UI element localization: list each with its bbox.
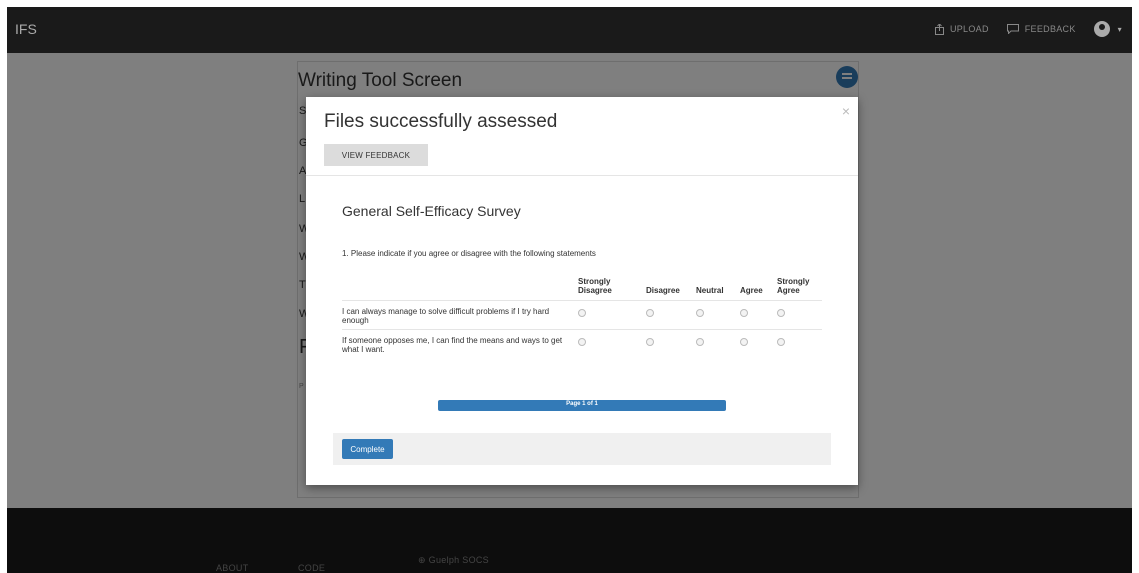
feedback-label: FEEDBACK [1024, 24, 1076, 34]
frame-right [1132, 0, 1139, 573]
close-icon[interactable]: × [842, 103, 850, 119]
column-header: Disagree [646, 286, 680, 295]
matrix-row: If someone opposes me, I can find the me… [342, 329, 822, 358]
view-feedback-button[interactable]: VIEW FEEDBACK [324, 144, 428, 166]
feedback-link[interactable]: FEEDBACK [1006, 24, 1076, 34]
column-header: Neutral [696, 286, 724, 295]
survey-title: General Self-Efficacy Survey [342, 203, 521, 219]
radio-strongly-agree[interactable] [777, 309, 785, 317]
radio-strongly-agree[interactable] [777, 338, 785, 346]
caret-down-icon: ▾ [1117, 24, 1122, 34]
radio-agree[interactable] [740, 309, 748, 317]
radio-strongly-disagree[interactable] [578, 338, 586, 346]
row-statement: I can always manage to solve difficult p… [342, 300, 578, 330]
survey-question: 1. Please indicate if you agree or disag… [342, 249, 596, 258]
brand-logo[interactable]: IFS [15, 21, 37, 37]
complete-button[interactable]: Complete [342, 439, 393, 459]
radio-neutral[interactable] [696, 309, 704, 317]
assessment-modal: Files successfully assessed × VIEW FEEDB… [306, 97, 858, 485]
matrix-header-row: Strongly Disagree Disagree Neutral Agree… [342, 277, 822, 301]
progress-bar: Page 1 of 1 [438, 400, 726, 411]
matrix-corner [342, 277, 578, 301]
comment-icon [1006, 24, 1019, 34]
radio-disagree[interactable] [646, 309, 654, 317]
frame-left [0, 0, 7, 573]
modal-title: Files successfully assessed [324, 111, 558, 132]
matrix-row: I can always manage to solve difficult p… [342, 300, 822, 330]
nav-right: UPLOAD FEEDBACK ▾ [934, 21, 1122, 37]
modal-header: Files successfully assessed × VIEW FEEDB… [306, 97, 858, 176]
frame-top [0, 0, 1139, 7]
user-menu[interactable]: ▾ [1093, 21, 1122, 37]
radio-disagree[interactable] [646, 338, 654, 346]
row-statement: If someone opposes me, I can find the me… [342, 329, 578, 358]
radio-strongly-disagree[interactable] [578, 309, 586, 317]
column-header: Strongly Disagree [578, 277, 612, 295]
progress-text: Page 1 of 1 [566, 401, 598, 407]
navbar: IFS UPLOAD FEEDBACK ▾ [7, 7, 1132, 53]
column-header: Strongly Agree [777, 277, 810, 295]
radio-neutral[interactable] [696, 338, 704, 346]
upload-link[interactable]: UPLOAD [934, 23, 989, 35]
avatar-icon [1093, 21, 1110, 37]
radio-agree[interactable] [740, 338, 748, 346]
upload-label: UPLOAD [949, 24, 989, 34]
upload-icon [934, 23, 944, 35]
survey-matrix: Strongly Disagree Disagree Neutral Agree… [342, 277, 822, 358]
survey-footer: Complete [333, 433, 831, 465]
column-header: Agree [740, 286, 763, 295]
